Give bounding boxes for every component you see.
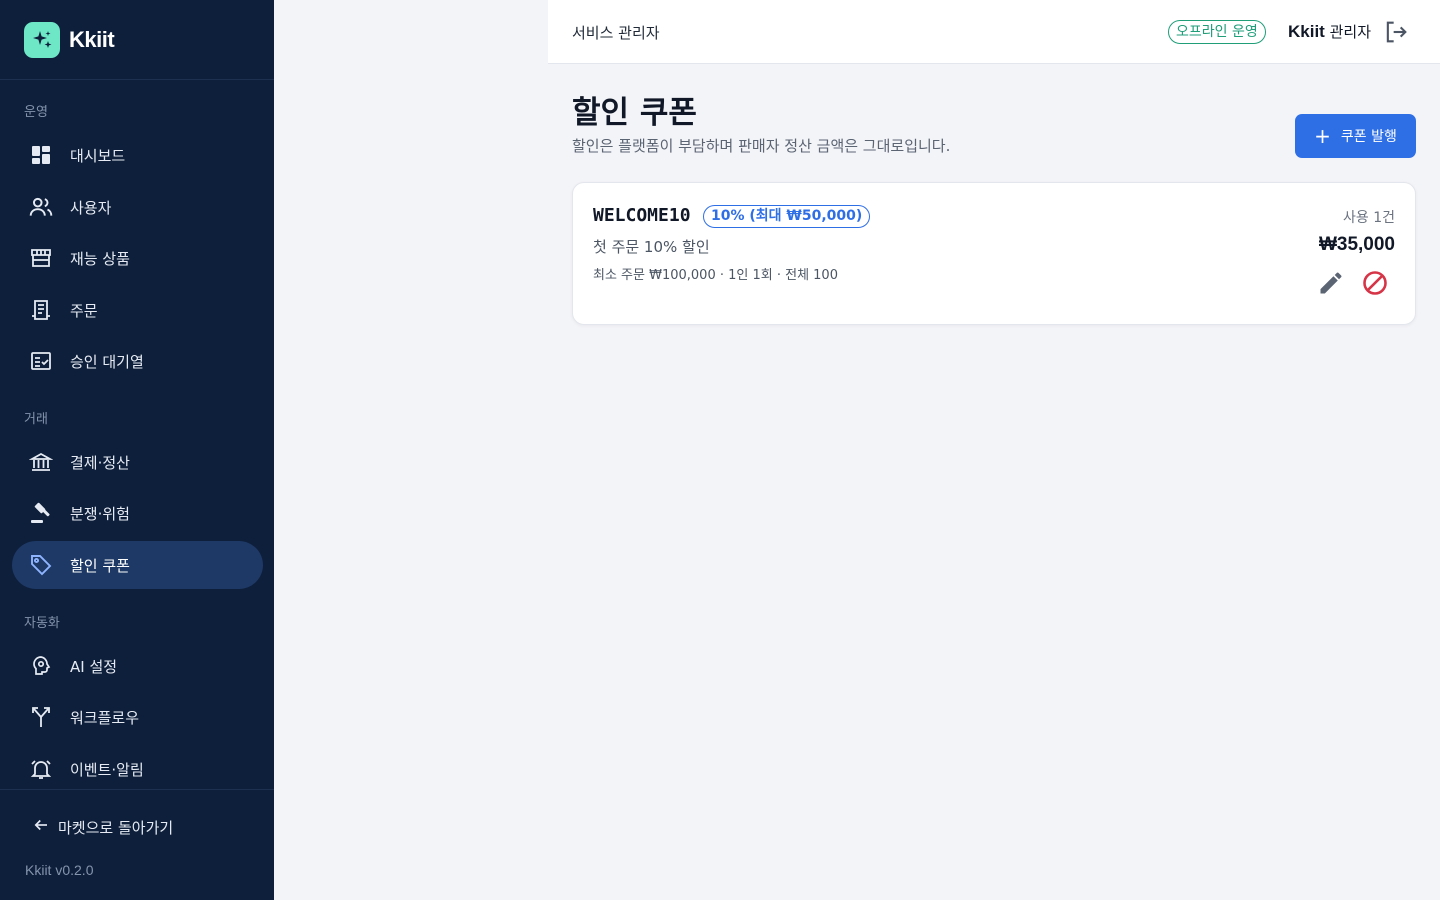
sidebar-item-label: 이벤트·알림 <box>70 760 144 779</box>
bank-icon <box>28 449 54 475</box>
coupon-description: 첫 주문 10% 할인 <box>593 238 710 256</box>
nav-section-operations: 운영 <box>24 105 48 120</box>
sidebar-item-label: 승인 대기열 <box>70 352 144 371</box>
sidebar-item-discount-coupons[interactable]: 할인 쿠폰 <box>12 541 263 589</box>
tag-icon <box>28 552 54 578</box>
sidebar-item-label: 사용자 <box>70 198 112 217</box>
arrow-left-icon <box>32 816 50 838</box>
nav-section-transactions: 거래 <box>24 412 48 427</box>
sidebar-item-label: 주문 <box>70 301 98 320</box>
back-to-market-label: 마켓으로 돌아가기 <box>58 818 174 837</box>
sidebar: Kkiit 운영 대시보드 사용자 재능 상품 주문 승인 대기열 거래 결제·… <box>0 0 274 900</box>
topbar: 서비스 관리자 오프라인 운영 Kkiit 관리자 <box>548 0 1440 64</box>
usage-count: 사용 1건 <box>1343 210 1395 226</box>
sidebar-item-talent-products[interactable]: 재능 상품 <box>12 234 263 282</box>
nav-section-automation: 자동화 <box>24 616 60 631</box>
issue-coupon-button[interactable]: + 쿠폰 발행 <box>1295 114 1416 158</box>
sidebar-item-users[interactable]: 사용자 <box>12 183 263 231</box>
plus-icon: + <box>1314 124 1331 148</box>
sidebar-item-label: 재능 상품 <box>70 249 130 268</box>
logout-icon <box>1386 21 1407 43</box>
sidebar-item-label: 분쟁·위험 <box>70 504 130 523</box>
app-version: Kkiit v0.2.0 <box>25 862 94 878</box>
sidebar-item-label: 대시보드 <box>70 146 126 165</box>
discount-badge: 10% (최대 ₩50,000) <box>703 205 871 228</box>
sidebar-item-approval-queue[interactable]: 승인 대기열 <box>12 337 263 385</box>
block-icon <box>1363 271 1387 295</box>
sidebar-item-events-alerts[interactable]: 이벤트·알림 <box>12 745 263 793</box>
sidebar-divider <box>0 789 274 790</box>
back-to-market-link[interactable]: 마켓으로 돌아가기 <box>32 816 173 838</box>
usage-amount: ₩35,000 <box>1318 234 1395 255</box>
brand-name: Kkiit <box>69 26 115 52</box>
sidebar-item-label: 결제·정산 <box>70 453 130 472</box>
topbar-title: 서비스 관리자 <box>572 24 660 42</box>
sidebar-item-workflow[interactable]: 워크플로우 <box>12 693 263 741</box>
sidebar-item-ai-settings[interactable]: AI 설정 <box>12 642 263 690</box>
receipt-icon <box>28 297 54 323</box>
page-subtitle: 할인은 플랫폼이 부담하며 판매자 정산 금액은 그대로입니다. <box>572 137 951 155</box>
sidebar-item-orders[interactable]: 주문 <box>12 286 263 334</box>
sidebar-item-label: 워크플로우 <box>70 708 140 727</box>
brand[interactable]: Kkiit <box>0 0 274 80</box>
users-icon <box>28 194 54 220</box>
sidebar-item-dashboard[interactable]: 대시보드 <box>12 131 263 179</box>
disable-coupon-button[interactable] <box>1361 269 1389 297</box>
coupon-code: WELCOME10 <box>593 205 691 226</box>
edit-coupon-button[interactable] <box>1317 269 1345 297</box>
ai-brain-icon <box>28 653 54 679</box>
workflow-fork-icon <box>28 704 54 730</box>
sidebar-item-label: 할인 쿠폰 <box>70 556 130 575</box>
coupon-card: WELCOME10 10% (최대 ₩50,000) 첫 주문 10% 할인 최… <box>572 182 1416 325</box>
admin-name: Kkiit 관리자 <box>1288 21 1371 42</box>
admin-role: 관리자 <box>1329 23 1372 41</box>
gavel-icon <box>28 500 54 526</box>
alarm-bell-icon <box>28 756 54 782</box>
approval-checklist-icon <box>28 348 54 374</box>
dashboard-icon <box>28 142 54 168</box>
issue-coupon-label: 쿠폰 발행 <box>1340 129 1397 145</box>
pencil-icon <box>1320 272 1342 294</box>
page-title: 할인 쿠폰 <box>572 95 697 131</box>
sparkle-logo-icon <box>24 21 60 58</box>
sidebar-item-disputes[interactable]: 분쟁·위험 <box>12 489 263 537</box>
sidebar-item-payments[interactable]: 결제·정산 <box>12 438 263 486</box>
coupon-terms: 최소 주문 ₩100,000 · 1인 1회 · 전체 100 <box>593 268 838 283</box>
storefront-icon <box>28 245 54 271</box>
offline-mode-badge: 오프라인 운영 <box>1168 20 1266 44</box>
sidebar-item-label: AI 설정 <box>70 657 118 676</box>
logout-button[interactable] <box>1382 18 1410 46</box>
admin-brand: Kkiit <box>1288 22 1325 41</box>
